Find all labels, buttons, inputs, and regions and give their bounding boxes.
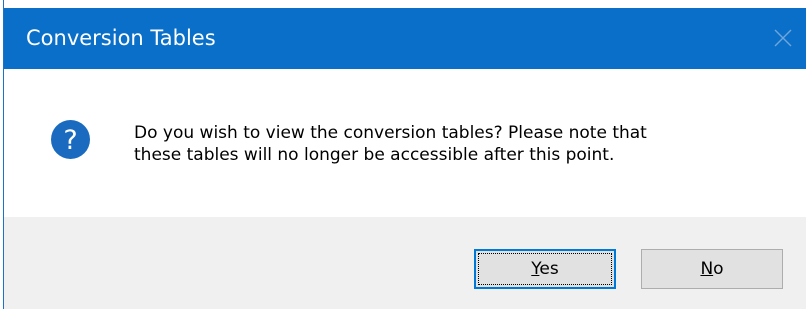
message-text: Do you wish to view the conversion table…: [134, 122, 774, 166]
window-title: Conversion Tables: [26, 26, 216, 50]
conversion-tables-dialog: Conversion Tables ? Do you wish to view …: [3, 0, 806, 309]
yes-button-label: Yes: [531, 259, 559, 279]
button-bar: Yes No: [4, 217, 806, 309]
close-icon: [774, 29, 792, 47]
message-area: ? Do you wish to view the conversion tab…: [4, 69, 806, 217]
close-button[interactable]: [760, 8, 806, 69]
message-line-1: Do you wish to view the conversion table…: [134, 123, 647, 143]
yes-button[interactable]: Yes: [474, 249, 616, 289]
svg-text:?: ?: [63, 125, 77, 156]
question-icon: ?: [51, 120, 90, 159]
no-button[interactable]: No: [641, 249, 783, 289]
message-line-2: these tables will no longer be accessibl…: [134, 145, 615, 165]
no-button-label: No: [700, 259, 724, 279]
title-bar[interactable]: Conversion Tables: [4, 8, 806, 69]
